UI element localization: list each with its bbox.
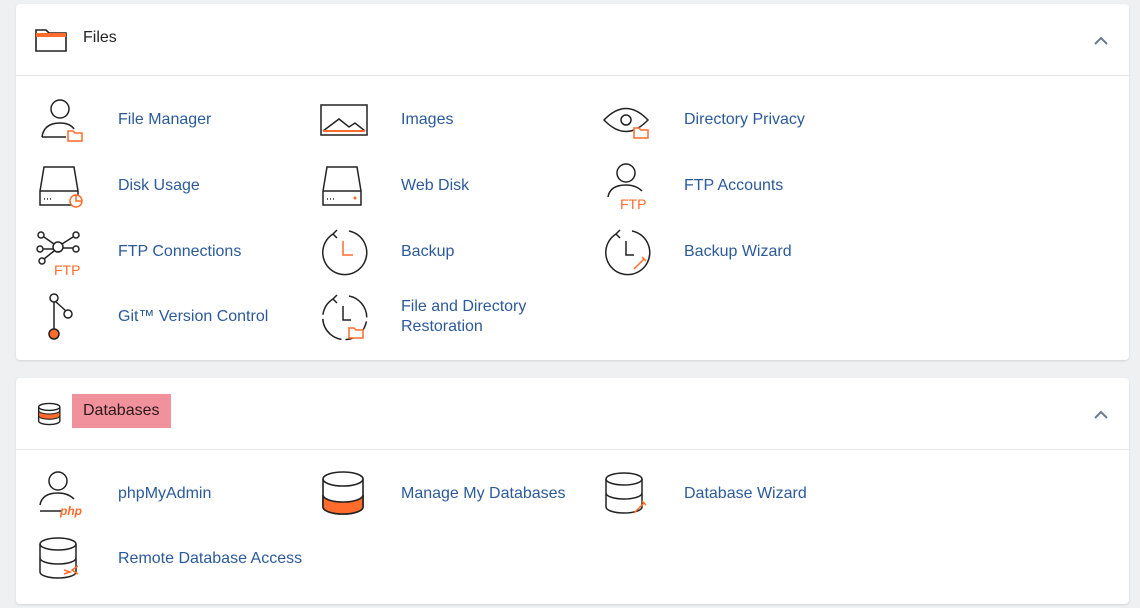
ftp-accounts-label: FTP Accounts: [684, 177, 784, 194]
git-version-control-link[interactable]: Git™ Version Control: [36, 292, 306, 342]
folder-icon: [35, 29, 67, 52]
backup-wizard-link[interactable]: Backup Wizard: [602, 227, 872, 277]
images-icon: [319, 95, 371, 145]
manage-my-databases-label: Manage My Databases: [401, 485, 566, 502]
phpmyadmin-icon: php: [36, 469, 88, 519]
file-manager-label: File Manager: [118, 111, 212, 128]
disk-usage-label: Disk Usage: [118, 177, 200, 194]
git-version-control-label: Git™ Version Control: [118, 308, 269, 325]
database-wizard-link[interactable]: Database Wizard: [602, 469, 872, 519]
directory-privacy-icon: [602, 95, 654, 145]
ftp-accounts-link[interactable]: FTP FTP Accounts: [602, 161, 872, 212]
phpmyadmin-link[interactable]: php phpMyAdmin: [36, 469, 306, 519]
remote-database-icon: [36, 534, 88, 584]
manage-my-databases-link[interactable]: Manage My Databases: [319, 469, 589, 519]
databases-panel-title: Databases: [72, 394, 171, 428]
git-icon: [36, 292, 88, 342]
backup-wizard-icon: [602, 227, 654, 277]
images-link[interactable]: Images: [319, 95, 589, 145]
web-disk-link[interactable]: Web Disk: [319, 161, 589, 211]
images-label: Images: [401, 111, 454, 128]
directory-privacy-label: Directory Privacy: [684, 111, 805, 128]
file-manager-icon: [36, 95, 88, 145]
database-wizard-icon: [602, 469, 654, 519]
backup-wizard-label: Backup Wizard: [684, 243, 792, 260]
file-manager-link[interactable]: File Manager: [36, 95, 306, 145]
database-wizard-label: Database Wizard: [684, 485, 807, 502]
phpmyadmin-label: phpMyAdmin: [118, 485, 212, 502]
databases-panel: Databases php phpMyAdmin Manage My Datab…: [16, 378, 1129, 604]
directory-privacy-link[interactable]: Directory Privacy: [602, 95, 872, 145]
web-disk-icon: [319, 161, 371, 211]
disk-usage-link[interactable]: Disk Usage: [36, 161, 306, 211]
database-icon: [37, 402, 61, 426]
databases-panel-header[interactable]: Databases: [16, 378, 1129, 450]
manage-databases-icon: [319, 469, 371, 519]
remote-database-access-link[interactable]: Remote Database Access: [36, 534, 306, 584]
ftp-connections-link[interactable]: FTP FTP Connections: [36, 227, 306, 278]
phpmyadmin-icon-text: php: [59, 504, 82, 518]
ftp-connections-icon: FTP: [36, 227, 88, 278]
chevron-up-icon[interactable]: [1091, 405, 1111, 425]
ftp-connections-label: FTP Connections: [118, 243, 242, 260]
file-restoration-icon: [319, 292, 371, 342]
ftp-connections-icon-text: FTP: [54, 262, 80, 277]
files-panel-header[interactable]: Files: [16, 4, 1129, 76]
ftp-accounts-icon: FTP: [602, 161, 654, 212]
backup-label: Backup: [401, 243, 455, 260]
chevron-up-icon[interactable]: [1091, 31, 1111, 51]
files-panel: Files File Manager Images Directory Priv…: [16, 4, 1129, 360]
backup-link[interactable]: Backup: [319, 227, 589, 277]
disk-usage-icon: [36, 161, 88, 211]
file-directory-restoration-link[interactable]: File and Directory Restoration: [319, 292, 589, 342]
file-directory-restoration-label: File and Directory Restoration: [401, 298, 527, 335]
web-disk-label: Web Disk: [401, 177, 470, 194]
files-panel-title: Files: [83, 29, 117, 46]
ftp-accounts-icon-text: FTP: [620, 196, 646, 211]
backup-icon: [319, 227, 371, 277]
remote-database-access-label: Remote Database Access: [118, 550, 303, 567]
